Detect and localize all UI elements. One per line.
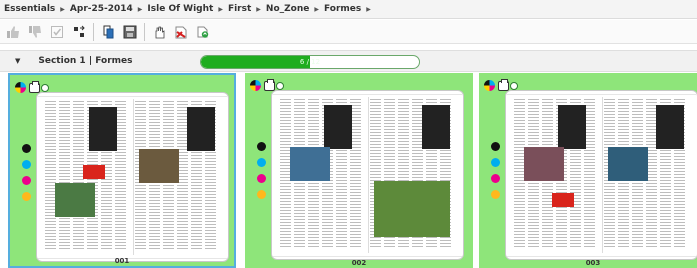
save-icon[interactable]	[121, 23, 138, 40]
breadcrumb-item-formes[interactable]: Formes	[324, 4, 361, 14]
breadcrumb-item-essentials[interactable]: Essentials	[4, 4, 55, 14]
reject-icon[interactable]	[26, 23, 43, 40]
crop-mark	[507, 94, 696, 95]
photo-block	[608, 147, 648, 181]
ink-dot[interactable]	[22, 160, 31, 169]
progress-text: 6 / 12	[299, 58, 321, 66]
ink-dot[interactable]	[491, 158, 500, 167]
spread-fold	[602, 97, 603, 253]
headline-block	[89, 107, 117, 151]
page-left	[45, 101, 130, 251]
breadcrumb-item-no-zone[interactable]: No_Zone	[266, 4, 309, 14]
toolbar-separator	[93, 22, 94, 41]
page-copy-icon[interactable]	[99, 23, 116, 40]
section-title: Section 1 | Formes	[38, 56, 133, 66]
section-header[interactable]: ▼ Section 1 | Formes 6 / 12	[0, 50, 697, 72]
page-spread-thumbnail[interactable]	[271, 90, 464, 260]
page-right	[370, 99, 455, 249]
ink-dot[interactable]	[491, 174, 500, 183]
cmyk-icon	[15, 82, 26, 93]
collapse-chevron-icon[interactable]: ▼	[15, 57, 20, 65]
headline-block	[187, 107, 215, 151]
page-left	[280, 99, 365, 249]
forme-number: 002	[351, 259, 367, 267]
ink-dot[interactable]	[491, 142, 500, 151]
ink-dot[interactable]	[257, 158, 266, 167]
printer-icon[interactable]	[29, 80, 40, 93]
forme-cards: 001 002 003	[0, 73, 697, 268]
breadcrumb-separator-icon: ▶	[218, 5, 223, 13]
text-column	[45, 101, 56, 251]
crop-mark	[273, 94, 462, 95]
approve-icon[interactable]	[4, 23, 21, 40]
advert-block	[83, 165, 105, 179]
photo-block	[290, 147, 330, 181]
breadcrumb-separator-icon: ▶	[366, 5, 371, 13]
status-badge-icon	[41, 83, 49, 92]
breadcrumb-separator-icon: ▶	[137, 5, 143, 13]
color-separation-dots	[257, 142, 266, 206]
crop-mark	[273, 256, 462, 257]
breadcrumb-separator-icon: ▶	[256, 5, 261, 13]
printer-icon[interactable]	[498, 78, 509, 91]
ink-dot[interactable]	[22, 144, 31, 153]
cmyk-icon	[250, 80, 261, 91]
headline-block	[656, 105, 684, 149]
ink-dot[interactable]	[491, 190, 500, 199]
page-right	[604, 99, 689, 249]
forme-number: 003	[585, 259, 601, 267]
toolbar-separator	[144, 22, 145, 41]
hand-icon[interactable]	[150, 23, 167, 40]
spread-fold	[368, 97, 369, 253]
pdf-icon[interactable]	[172, 23, 189, 40]
printer-icon[interactable]	[264, 78, 275, 91]
breadcrumb-item-apr-25-2014[interactable]: Apr-25-2014	[70, 4, 133, 14]
cmyk-icon	[484, 80, 495, 91]
forme-number: 001	[114, 257, 130, 265]
spread-fold	[133, 99, 134, 255]
crop-mark	[38, 96, 227, 97]
headline-block	[422, 105, 450, 149]
breadcrumb-separator-icon: ▶	[314, 5, 319, 13]
ink-dot[interactable]	[257, 190, 266, 199]
crop-mark	[507, 256, 696, 257]
ink-dot[interactable]	[22, 176, 31, 185]
forme-card[interactable]: 002	[245, 73, 473, 268]
headline-block	[324, 105, 352, 149]
page-spread-thumbnail[interactable]	[36, 92, 229, 262]
section-progress-bar: 6 / 12	[200, 55, 420, 69]
page-left	[514, 99, 599, 249]
photo-block	[524, 147, 564, 181]
ink-dot[interactable]	[257, 142, 266, 151]
page-right	[135, 101, 220, 251]
advert-block	[552, 193, 574, 207]
ink-dot[interactable]	[22, 192, 31, 201]
recycle-icon[interactable]	[194, 23, 211, 40]
page-spread-thumbnail[interactable]	[505, 90, 697, 260]
status-badge-icon	[276, 81, 284, 90]
color-separation-dots	[491, 142, 500, 206]
breadcrumb-item-first[interactable]: First	[228, 4, 251, 14]
ink-dot[interactable]	[257, 174, 266, 183]
color-separation-dots	[22, 144, 31, 208]
status-badge-icon	[510, 81, 518, 90]
photo-block	[139, 149, 179, 183]
breadcrumb-separator-icon: ▶	[60, 5, 65, 13]
photo-block	[55, 183, 95, 217]
breadcrumb-item-isle-of-wight[interactable]: Isle Of Wight	[147, 4, 213, 14]
check-icon[interactable]	[48, 23, 65, 40]
forme-card[interactable]: 001	[8, 73, 236, 268]
headline-block	[558, 105, 586, 149]
breadcrumb: Essentials ▶ Apr-25-2014 ▶ Isle Of Wight ▶ Fir…	[0, 0, 697, 19]
shuffle-icon[interactable]	[70, 23, 87, 40]
photo-block	[374, 181, 450, 237]
toolbar	[0, 20, 697, 44]
text-column	[59, 101, 70, 251]
forme-card[interactable]: 003	[479, 73, 697, 268]
